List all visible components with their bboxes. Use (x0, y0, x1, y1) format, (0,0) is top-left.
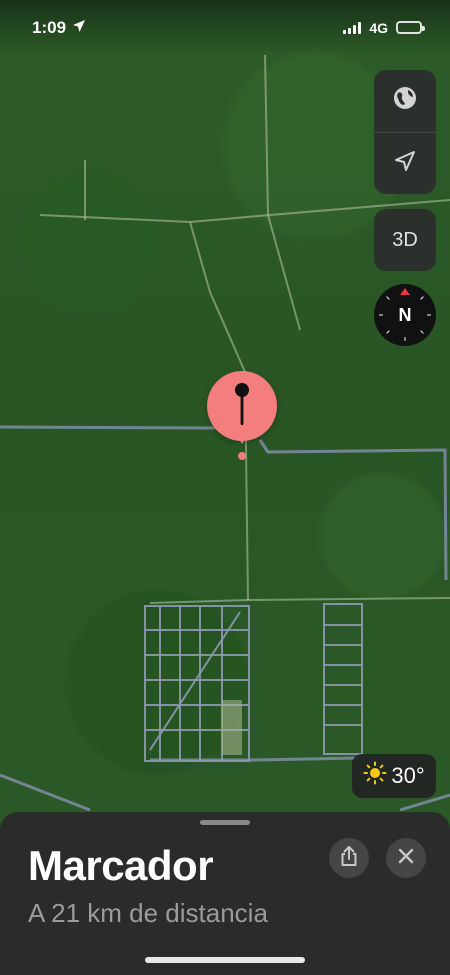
share-button[interactable] (329, 838, 369, 878)
compass-north-label: N (398, 304, 412, 325)
status-bar: 1:09 4G (0, 0, 450, 55)
compass-button[interactable]: N (374, 284, 436, 346)
view-3d-control: 3D (374, 209, 436, 271)
track-location-button[interactable] (374, 132, 436, 194)
location-arrow-icon (72, 18, 86, 38)
place-title: Marcador (28, 842, 214, 889)
sun-icon (363, 761, 387, 791)
close-icon (398, 848, 414, 869)
pin-icon (231, 381, 253, 432)
close-button[interactable] (386, 838, 426, 878)
3d-button[interactable]: 3D (374, 209, 436, 271)
sheet-grabber[interactable] (200, 820, 250, 825)
map-type-button[interactable] (374, 70, 436, 132)
navigation-arrow-icon (394, 150, 416, 178)
place-distance: A 21 km de distancia (28, 898, 268, 928)
globe-icon (392, 85, 418, 117)
map-mode-controls (374, 70, 436, 194)
pin-location-dot (238, 452, 246, 460)
signal-bars-icon (343, 21, 362, 34)
weather-chip[interactable]: 30° (352, 754, 436, 798)
place-sheet[interactable]: Marcador A 21 km de distancia (0, 812, 450, 975)
status-time: 1:09 (32, 17, 67, 37)
battery-icon (396, 21, 425, 34)
pin-pointer (234, 430, 250, 444)
home-indicator[interactable] (145, 957, 305, 963)
weather-temperature: 30° (391, 763, 425, 788)
network-type: 4G (369, 19, 388, 36)
share-icon (339, 845, 359, 872)
